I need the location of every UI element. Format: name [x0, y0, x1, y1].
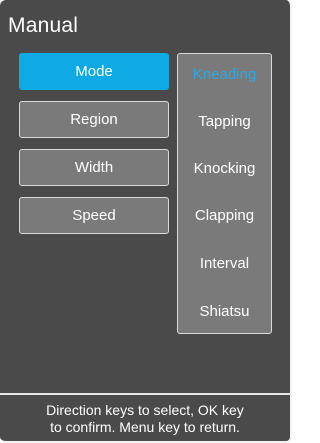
menu-item-region[interactable]: Region [19, 101, 169, 138]
option-tapping[interactable]: Tapping [178, 106, 271, 136]
help-text: Direction keys to select, OK key to conf… [0, 402, 290, 436]
option-interval[interactable]: Interval [178, 248, 271, 278]
help-line-1: Direction keys to select, OK key [46, 402, 244, 418]
page-title: Manual [8, 14, 79, 37]
manual-screen: Manual Mode Region Width Speed Kneading … [0, 0, 292, 443]
help-line-2: to confirm. Menu key to return. [50, 419, 240, 435]
menu-item-mode[interactable]: Mode [19, 53, 169, 90]
option-shiatsu[interactable]: Shiatsu [178, 296, 271, 326]
option-knocking[interactable]: Knocking [178, 153, 271, 183]
option-clapping[interactable]: Clapping [178, 200, 271, 230]
mode-options-panel: Kneading Tapping Knocking Clapping Inter… [177, 53, 272, 334]
menu-item-speed[interactable]: Speed [19, 197, 169, 234]
menu-item-width[interactable]: Width [19, 149, 169, 186]
option-kneading[interactable]: Kneading [178, 59, 271, 89]
footer-divider [0, 393, 290, 395]
